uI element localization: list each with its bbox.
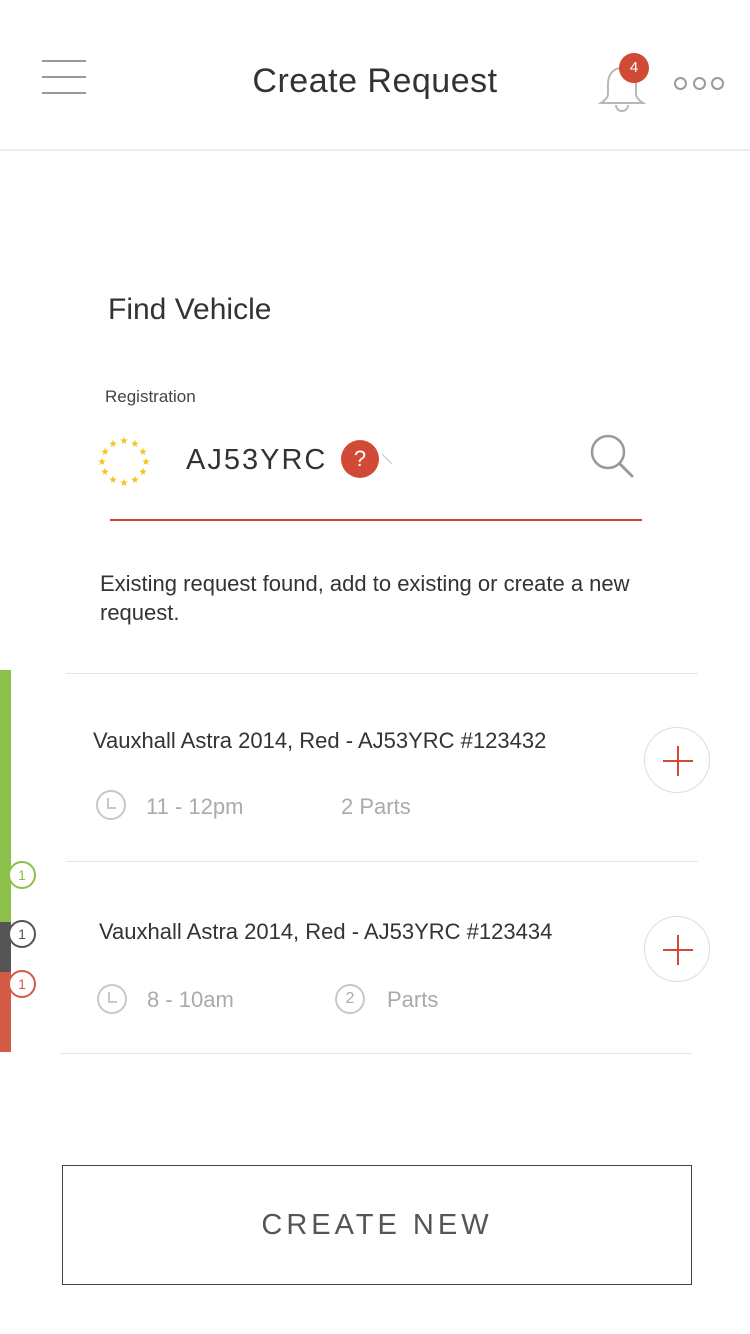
registration-input[interactable] [186, 440, 336, 480]
help-pointer-icon [381, 453, 393, 465]
svg-text:★: ★ [109, 439, 118, 450]
create-new-button[interactable]: CREATE NEW [62, 1165, 692, 1285]
search-button[interactable] [588, 432, 636, 480]
status-badge-red: 1 [8, 970, 36, 998]
list-divider [66, 673, 698, 674]
add-to-request-button[interactable] [644, 727, 710, 793]
svg-text:★: ★ [109, 475, 118, 486]
notification-count-badge: 4 [619, 53, 649, 83]
eu-stars-icon: ★ ★ ★ ★ ★ ★ ★ ★ ★ ★ ★ ★ [98, 436, 150, 486]
more-options-button[interactable] [674, 75, 724, 93]
add-to-request-button[interactable] [644, 916, 710, 982]
request-parts: 2 Parts [341, 794, 411, 819]
list-divider [66, 861, 698, 862]
clock-icon [97, 984, 127, 1014]
plus-icon [663, 746, 693, 776]
clock-icon [96, 790, 126, 820]
svg-text:★: ★ [131, 475, 140, 486]
find-vehicle-title: Find Vehicle [108, 293, 272, 326]
svg-text:★: ★ [98, 457, 107, 468]
request-time: 11 - 12pm [146, 794, 244, 819]
request-title: Vauxhall Astra 2014, Red - AJ53YRC #1234… [93, 728, 547, 753]
request-parts-label: Parts [387, 987, 439, 1012]
status-badge-green: 1 [8, 861, 36, 889]
registration-underline [110, 519, 642, 521]
request-title: Vauxhall Astra 2014, Red - AJ53YRC #1234… [99, 919, 553, 944]
status-bar-green [0, 670, 11, 860]
more-dot-icon [674, 77, 687, 90]
svg-text:★: ★ [120, 436, 129, 447]
search-icon [590, 434, 634, 478]
parts-count-badge: 2 [335, 984, 365, 1014]
plus-icon [663, 935, 693, 965]
more-dot-icon [711, 77, 724, 90]
app-header: Create Request 4 [0, 0, 750, 151]
svg-text:★: ★ [120, 478, 129, 486]
existing-request-info: Existing request found, add to existing … [100, 571, 630, 625]
list-divider [60, 1053, 692, 1054]
status-badge-dark: 1 [8, 920, 36, 948]
more-dot-icon [693, 77, 706, 90]
svg-text:★: ★ [139, 467, 148, 478]
request-time: 8 - 10am [147, 987, 234, 1012]
help-button[interactable]: ? [341, 440, 379, 478]
registration-label: Registration [105, 387, 196, 406]
svg-text:★: ★ [101, 467, 110, 478]
